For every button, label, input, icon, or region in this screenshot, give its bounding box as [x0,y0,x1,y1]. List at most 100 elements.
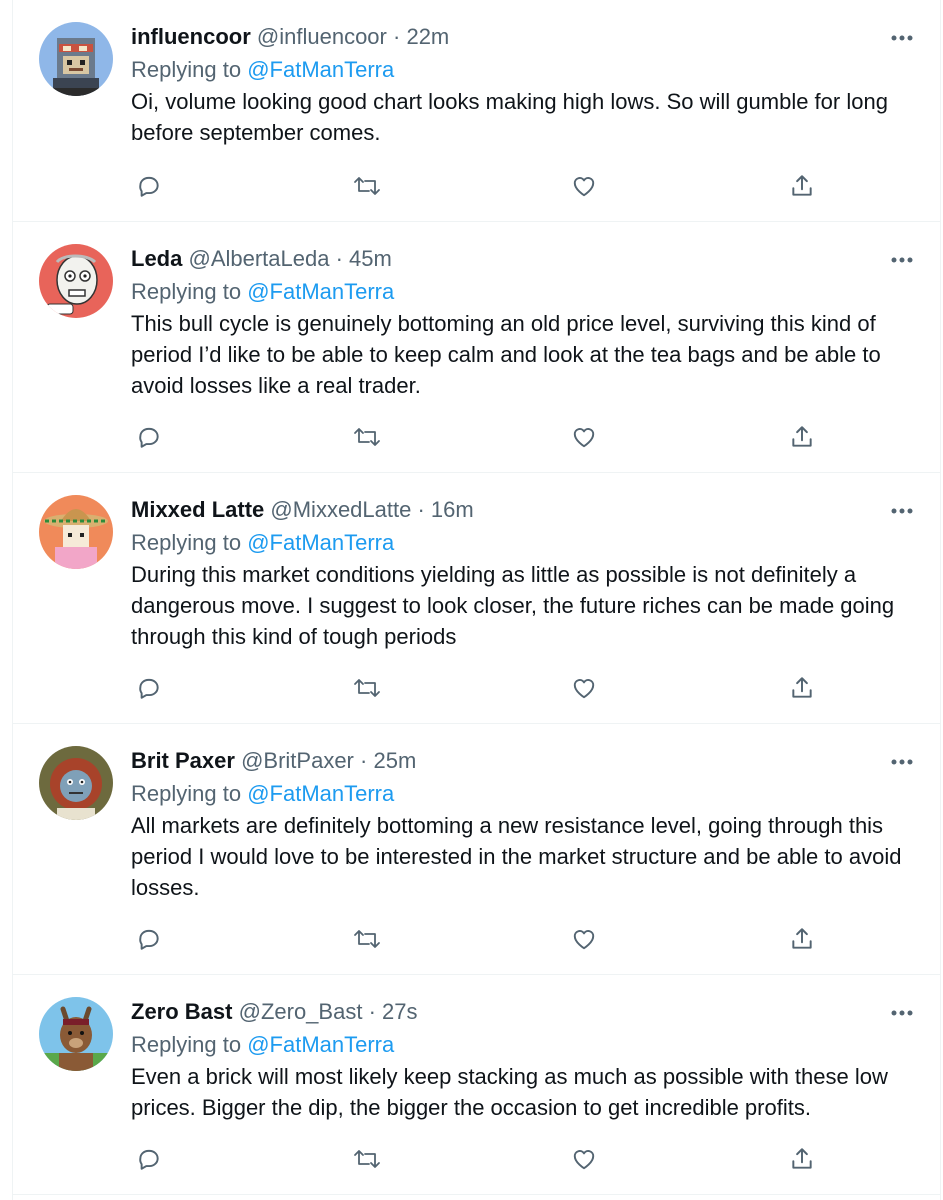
tweet[interactable]: Mixxed Latte @MixxedLatte · 16m Replying… [13,473,940,724]
retweet-icon [353,428,380,446]
more-options-button[interactable] [888,497,916,525]
retweet-button[interactable] [349,670,385,706]
reply-button[interactable] [131,419,167,455]
share-button[interactable] [784,670,820,706]
display-name[interactable]: Zero Bast [131,999,232,1024]
user-handle[interactable]: @MixxedLatte [270,497,411,522]
reply-icon [139,678,159,699]
pixel-helmet-avatar-icon [39,22,113,96]
timestamp[interactable]: 16m [431,497,474,522]
avatar[interactable] [39,495,113,569]
avatar[interactable] [39,22,113,96]
avatar[interactable] [39,997,113,1071]
reply-icon [139,929,159,950]
replying-to-label: Replying to [131,57,242,82]
user-handle[interactable]: @BritPaxer [241,748,354,773]
tweet-text: Oi, volume looking good chart looks maki… [131,89,888,145]
timestamp[interactable]: 25m [373,748,416,773]
tweet[interactable]: influencoor @influencoor · 22m Replying … [13,0,940,222]
like-icon [574,1150,595,1170]
separator-dot: · [335,246,343,271]
display-name[interactable]: influencoor [131,24,251,49]
replying-to: Replying to @FatManTerra [131,54,394,86]
reply-button[interactable] [131,1141,167,1177]
share-button[interactable] [784,1141,820,1177]
share-icon [792,175,812,196]
share-button[interactable] [784,921,820,957]
more-options-button[interactable] [888,24,916,52]
replying-to-label: Replying to [131,1032,242,1057]
tweet-text: This bull cycle is genuinely bottoming a… [131,311,881,398]
mention-link[interactable]: @FatManTerra [247,530,394,555]
retweet-button[interactable] [349,419,385,455]
tweet[interactable]: Leda @AlbertaLeda · 45m Replying to @Fat… [13,222,940,473]
reply-button[interactable] [131,670,167,706]
display-name[interactable]: Brit Paxer [131,748,235,773]
tweet-actions [131,921,820,957]
like-button[interactable] [566,168,602,204]
share-button[interactable] [784,168,820,204]
share-icon [792,1148,812,1169]
like-icon [574,679,595,699]
user-handle[interactable]: @Zero_Bast [239,999,363,1024]
tweet-header: Zero Bast @Zero_Bast · 27s [131,997,880,1027]
tweet-header: Leda @AlbertaLeda · 45m [131,244,880,274]
share-button[interactable] [784,419,820,455]
tweet[interactable]: Brit Paxer @BritPaxer · 25m Replying to … [13,724,940,975]
reply-button[interactable] [131,921,167,957]
more-options-button[interactable] [888,999,916,1027]
tweet-text: During this market conditions yielding a… [131,562,895,649]
display-name[interactable]: Leda [131,246,182,271]
user-handle[interactable]: @AlbertaLeda [188,246,329,271]
tweet[interactable]: Zero Bast @Zero_Bast · 27s Replying to @… [13,975,940,1195]
replying-to: Replying to @FatManTerra [131,778,394,810]
tweet-text: Even a brick will most likely keep stack… [131,1064,888,1120]
timestamp[interactable]: 27s [382,999,417,1024]
like-icon [574,177,595,197]
retweet-button[interactable] [349,168,385,204]
share-icon [792,928,812,949]
like-button[interactable] [566,1141,602,1177]
reply-icon [139,427,159,448]
replying-to: Replying to @FatManTerra [131,276,394,308]
mention-link[interactable]: @FatManTerra [247,781,394,806]
cartoon-old-man-avatar-icon [39,244,113,318]
display-name[interactable]: Mixxed Latte [131,497,264,522]
more-options-button[interactable] [888,748,916,776]
reply-thread: influencoor @influencoor · 22m Replying … [12,0,941,1200]
separator-dot: · [417,497,425,522]
retweet-button[interactable] [349,1141,385,1177]
more-options-button[interactable] [888,246,916,274]
avatar[interactable] [39,746,113,820]
like-icon [574,428,595,448]
mention-link[interactable]: @FatManTerra [247,57,394,82]
timestamp[interactable]: 22m [406,24,449,49]
like-button[interactable] [566,419,602,455]
replying-to-label: Replying to [131,279,242,304]
more-icon [891,257,913,263]
more-icon [891,35,913,41]
mention-link[interactable]: @FatManTerra [247,279,394,304]
share-icon [792,677,812,698]
tweet-header: Brit Paxer @BritPaxer · 25m [131,746,880,776]
more-icon [891,1010,913,1016]
more-icon [891,759,913,765]
llama-character-avatar-icon [39,997,113,1071]
replying-to-label: Replying to [131,781,242,806]
retweet-button[interactable] [349,921,385,957]
retweet-icon [353,1150,380,1168]
timestamp[interactable]: 45m [349,246,392,271]
replying-to: Replying to @FatManTerra [131,527,394,559]
reply-button[interactable] [131,168,167,204]
mention-link[interactable]: @FatManTerra [247,1032,394,1057]
user-handle[interactable]: @influencoor [257,24,387,49]
retweet-icon [353,177,380,195]
separator-dot: · [368,999,376,1024]
like-button[interactable] [566,921,602,957]
sombrero-character-avatar-icon [39,495,113,569]
like-button[interactable] [566,670,602,706]
retweet-icon [353,679,380,697]
tweet-actions [131,168,820,204]
avatar[interactable] [39,244,113,318]
tweet-header: influencoor @influencoor · 22m [131,22,880,52]
